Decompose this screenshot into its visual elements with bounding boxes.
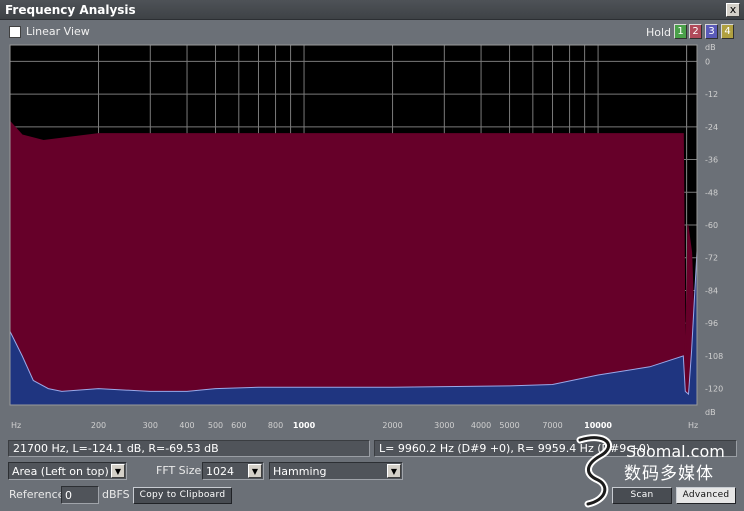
y-tick-label: -48 (705, 188, 718, 197)
y-unit-label-top: dB (705, 43, 716, 52)
y-tick-label: -84 (705, 286, 718, 295)
x-tick-label: 5000 (499, 421, 519, 430)
x-tick-label: 300 (143, 421, 158, 430)
reference-label: Reference (9, 488, 65, 501)
x-tick-label: 3000 (434, 421, 454, 430)
y-tick-label: -120 (705, 385, 723, 394)
reference-input[interactable]: 0 (61, 486, 99, 504)
y-tick-label: -96 (705, 319, 718, 328)
y-tick-label: -24 (705, 123, 718, 132)
x-tick-label: 800 (268, 421, 283, 430)
copy-to-clipboard-button[interactable]: Copy to Clipboard (133, 487, 232, 504)
top-toolbar: Linear View Hold 1 2 3 4 (0, 21, 744, 43)
window-function-value: Hamming (273, 465, 327, 478)
x-tick-label: 200 (91, 421, 106, 430)
linear-view-checkbox[interactable] (9, 26, 21, 38)
x-tick-label: 500 (208, 421, 223, 430)
reference-unit-label: dBFS (102, 488, 130, 501)
advanced-button[interactable]: Advanced (676, 487, 736, 504)
y-tick-label: -12 (705, 90, 718, 99)
chevron-down-icon[interactable]: ▼ (248, 464, 262, 478)
window-title: Frequency Analysis (5, 3, 136, 17)
x-tick-label: 4000 (471, 421, 491, 430)
y-tick-label: -60 (705, 221, 718, 230)
y-tick-label: 0 (705, 57, 710, 66)
spectrum-area-left (9, 120, 698, 406)
x-tick-label: 10000 (584, 421, 612, 430)
fft-size-value: 1024 (206, 465, 234, 478)
window-function-select[interactable]: Hamming ▼ (269, 462, 403, 480)
x-unit-label-right: Hz (688, 421, 698, 430)
frequency-spectrum-chart[interactable]: 200 300 400 500 600 800 1000 2000 3000 4000 5000 70… (0, 43, 744, 435)
y-tick-label: -36 (705, 156, 718, 165)
hold-button-4[interactable]: 4 (721, 24, 734, 39)
title-bar: Frequency Analysis x (0, 0, 744, 20)
x-tick-label: 600 (231, 421, 246, 430)
hold-button-1[interactable]: 1 (674, 24, 687, 39)
y-tick-label: -108 (705, 352, 723, 361)
x-tick-label: 2000 (382, 421, 402, 430)
x-tick-label: 400 (179, 421, 194, 430)
linear-view-label: Linear View (26, 25, 90, 38)
x-tick-label: 1000 (293, 421, 316, 430)
y-unit-label-bottom: dB (705, 408, 716, 417)
close-icon[interactable]: x (726, 3, 740, 17)
cursor-readout: 21700 Hz, L=-124.1 dB, R=-69.53 dB (8, 440, 370, 457)
graph-mode-select[interactable]: Area (Left on top) ▼ (8, 462, 127, 480)
y-tick-label: -72 (705, 254, 718, 263)
fft-size-select[interactable]: 1024 ▼ (202, 462, 264, 480)
fft-size-label: FFT Size (156, 464, 202, 477)
x-tick-label: 7000 (542, 421, 562, 430)
hold-button-2[interactable]: 2 (689, 24, 702, 39)
chevron-down-icon[interactable]: ▼ (387, 464, 401, 478)
hold-button-3[interactable]: 3 (705, 24, 718, 39)
hold-label: Hold (646, 26, 672, 39)
scan-button[interactable]: Scan (612, 487, 672, 504)
watermark-tagline: 数码多媒体 (624, 464, 714, 484)
x-unit-label-left: Hz (11, 421, 21, 430)
chevron-down-icon[interactable]: ▼ (111, 464, 125, 478)
graph-mode-value: Area (Left on top) (12, 465, 109, 478)
